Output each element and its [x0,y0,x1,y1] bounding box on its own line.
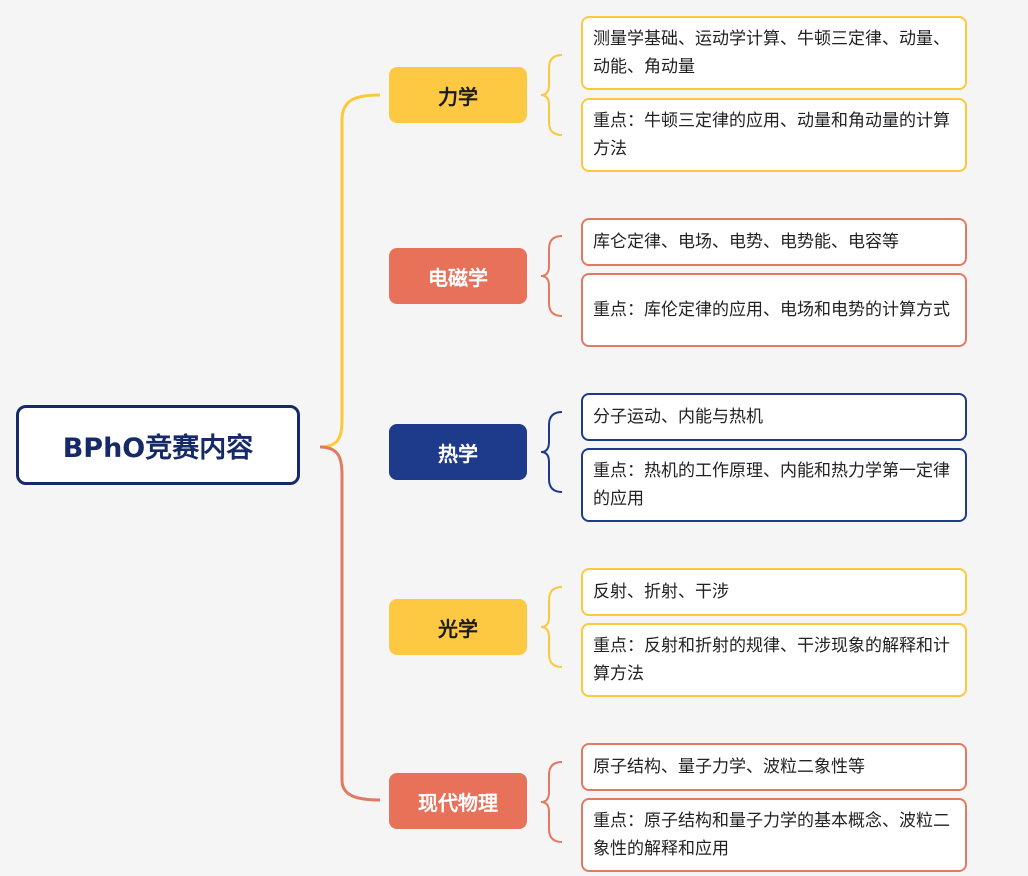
root-node: BPhO竞赛内容 [16,405,300,485]
note-mechanics-focus: 重点：牛顿三定律的应用、动量和角动量的计算方法 [581,98,967,172]
note-electromagnetism-topics: 库仑定律、电场、电势、电势能、电容等 [581,218,967,266]
branch-mechanics: 力学 [389,67,527,123]
note-thermodynamics-focus: 重点：热机的工作原理、内能和热力学第一定律的应用 [581,448,967,522]
branch-optics: 光学 [389,599,527,655]
branch-label: 现代物理 [418,790,498,815]
branch-label: 力学 [438,84,478,109]
note-thermodynamics-topics: 分子运动、内能与热机 [581,393,967,441]
note-optics-focus: 重点：反射和折射的规律、干涉现象的解释和计算方法 [581,623,967,697]
branch-modern-physics: 现代物理 [389,773,527,829]
note-text: 重点：热机的工作原理、内能和热力学第一定律的应用 [593,461,950,509]
note-text: 重点：库伦定律的应用、电场和电势的计算方式 [593,300,950,320]
branch-label: 电磁学 [428,265,488,290]
note-text: 原子结构、量子力学、波粒二象性等 [593,757,865,777]
note-modern-physics-topics: 原子结构、量子力学、波粒二象性等 [581,743,967,791]
note-optics-topics: 反射、折射、干涉 [581,568,967,616]
note-mechanics-topics: 测量学基础、运动学计算、牛顿三定律、动量、动能、角动量 [581,16,967,90]
note-text: 测量学基础、运动学计算、牛顿三定律、动量、动能、角动量 [593,29,950,77]
note-electromagnetism-focus: 重点：库伦定律的应用、电场和电势的计算方式 [581,273,967,347]
root-label: BPhO竞赛内容 [62,432,254,464]
note-text: 重点：原子结构和量子力学的基本概念、波粒二象性的解释和应用 [593,811,950,859]
note-text: 分子运动、内能与热机 [593,407,763,427]
note-text: 重点：牛顿三定律的应用、动量和角动量的计算方法 [593,111,950,159]
note-text: 重点：反射和折射的规律、干涉现象的解释和计算方法 [593,636,950,684]
note-text: 库仑定律、电场、电势、电势能、电容等 [593,232,899,252]
note-text: 反射、折射、干涉 [593,582,729,602]
branch-electromagnetism: 电磁学 [389,248,527,304]
branch-label: 光学 [438,616,478,641]
branch-label: 热学 [438,441,478,466]
branch-thermodynamics: 热学 [389,424,527,480]
note-modern-physics-focus: 重点：原子结构和量子力学的基本概念、波粒二象性的解释和应用 [581,798,967,872]
